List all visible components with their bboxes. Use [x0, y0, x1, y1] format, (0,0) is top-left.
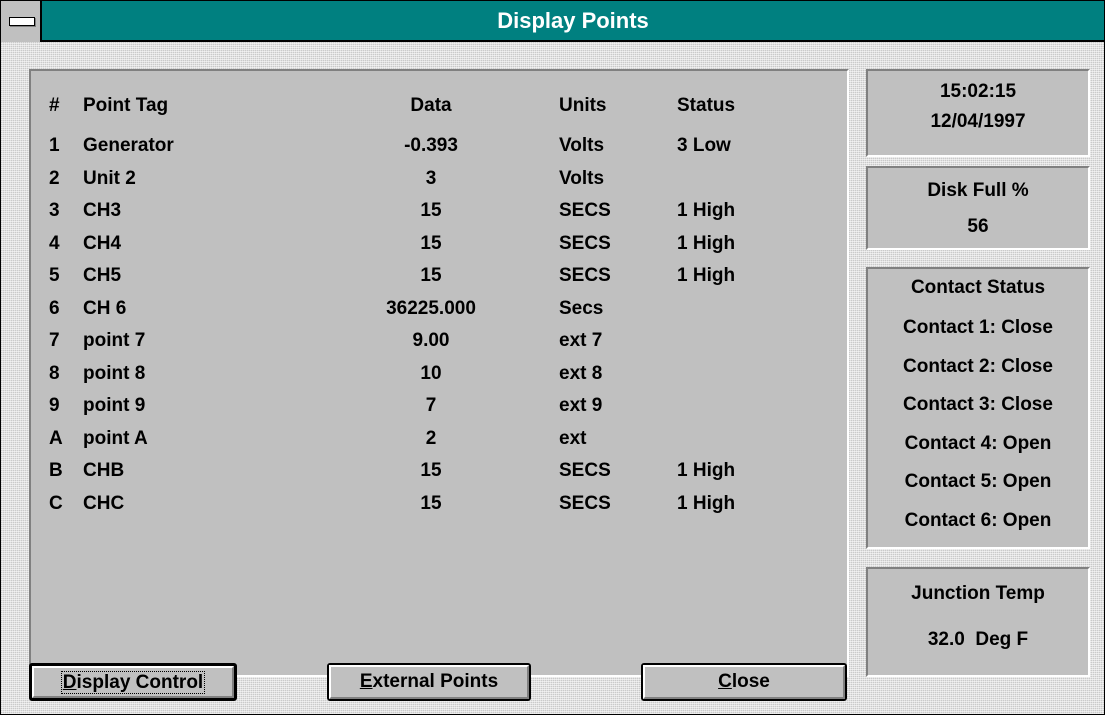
row-data: 15	[420, 200, 442, 221]
row-units: SECS	[559, 265, 611, 286]
row-units: SECS	[559, 460, 611, 481]
row-num: A	[49, 427, 63, 449]
external-points-label: xternal Points	[372, 671, 499, 692]
header-data: Data	[410, 95, 452, 116]
junction-temp-label: Junction Temp	[911, 583, 1045, 604]
system-menu-icon	[9, 17, 35, 26]
row-units: ext 7	[559, 330, 603, 351]
display-control-label: isplay Control	[76, 672, 204, 693]
row-tag: point 9	[83, 395, 146, 416]
row-tag: CH 6	[83, 297, 127, 319]
contact-item: Contact 4: Open	[904, 432, 1052, 454]
contact-item: Contact 6: Open	[904, 509, 1052, 531]
row-num: 5	[49, 265, 60, 286]
row-units: SECS	[559, 200, 611, 221]
row-status: 1 High	[677, 200, 736, 221]
contact-status-panel: Contact Status Contact 1: Close Contact 2…	[866, 267, 1090, 549]
row-tag: CH4	[83, 232, 122, 254]
disk-panel: Disk Full % 56	[866, 166, 1090, 250]
row-data: 15	[420, 492, 442, 514]
row-data: 7	[425, 395, 437, 416]
row-data: 15	[420, 232, 442, 254]
display-control-button[interactable]: Display Control	[29, 663, 237, 701]
row-tag: point A	[83, 427, 148, 449]
row-units: SECS	[559, 232, 611, 254]
header-num: #	[49, 95, 60, 116]
row-data: 15	[420, 265, 442, 286]
row-tag: Generator	[83, 135, 174, 156]
row-tag: CHC	[83, 492, 125, 514]
junction-temp-panel: Junction Temp 32.0 Deg F	[866, 567, 1090, 677]
row-data: 10	[420, 362, 442, 384]
row-tag: Unit 2	[83, 167, 136, 189]
display-points-window: Display Points # Point Tag Data Units St…	[0, 0, 1105, 715]
row-num: 8	[49, 362, 60, 384]
row-tag: point 8	[83, 362, 146, 384]
contact-status-title: Contact Status	[910, 277, 1046, 298]
row-data: 15	[420, 460, 442, 481]
header-status: Status	[677, 95, 736, 116]
external-points-button[interactable]: External Points	[327, 663, 531, 701]
row-units: ext 8	[559, 362, 603, 384]
row-data: 3	[425, 167, 437, 189]
row-units: ext	[559, 427, 587, 449]
title-bar: Display Points	[1, 1, 1104, 42]
points-table-panel: # Point Tag Data Units Status 1 Generator…	[29, 69, 849, 677]
disk-value: 56	[967, 216, 989, 237]
row-num: 9	[49, 395, 60, 416]
row-num: 6	[49, 297, 60, 319]
clock-panel: 15:02:15 12/04/1997	[866, 69, 1090, 157]
row-tag: point 7	[83, 330, 146, 351]
row-status: 1 High	[677, 460, 736, 481]
clock-time: 15:02:15	[939, 81, 1017, 102]
row-status: 1 High	[677, 265, 736, 286]
row-units: Volts	[559, 167, 605, 189]
row-status: 1 High	[677, 492, 736, 514]
row-num: 4	[49, 232, 60, 254]
row-tag: CHB	[83, 460, 125, 481]
window-title: Display Points	[497, 8, 649, 33]
close-mnemonic: C	[718, 671, 732, 692]
contact-item: Contact 1: Close	[903, 317, 1053, 338]
row-units: ext 9	[559, 395, 603, 416]
row-data: 2	[425, 427, 437, 449]
row-data: 36225.000	[386, 297, 476, 319]
row-data: 9.00	[412, 330, 450, 351]
row-num: B	[49, 460, 63, 481]
row-status: 3 Low	[677, 135, 731, 156]
contact-item: Contact 2: Close	[903, 355, 1053, 377]
disk-label: Disk Full %	[927, 180, 1029, 201]
row-num: 3	[49, 200, 60, 221]
header-units: Units	[559, 95, 607, 116]
display-control-mnemonic: D	[62, 672, 77, 693]
junction-temp-value: 32.0 Deg F	[927, 629, 1029, 650]
clock-date: 12/04/1997	[930, 111, 1026, 132]
close-button[interactable]: Close	[641, 663, 847, 701]
row-units: SECS	[559, 492, 611, 514]
row-num: 2	[49, 167, 60, 189]
row-num: 7	[49, 330, 60, 351]
close-label: lose	[731, 671, 770, 692]
row-units: Volts	[559, 135, 605, 156]
row-tag: CH3	[83, 200, 122, 221]
row-num: 1	[49, 135, 60, 156]
row-tag: CH5	[83, 265, 122, 286]
contact-item: Contact 5: Open	[904, 471, 1052, 492]
header-point-tag: Point Tag	[83, 95, 169, 116]
external-points-mnemonic: E	[359, 671, 373, 692]
row-status: 1 High	[677, 232, 736, 254]
system-menu-button[interactable]	[1, 1, 42, 42]
row-data: -0.393	[404, 135, 458, 156]
row-num: C	[49, 492, 63, 514]
row-units: Secs	[559, 297, 604, 319]
contact-item: Contact 3: Close	[903, 394, 1053, 415]
